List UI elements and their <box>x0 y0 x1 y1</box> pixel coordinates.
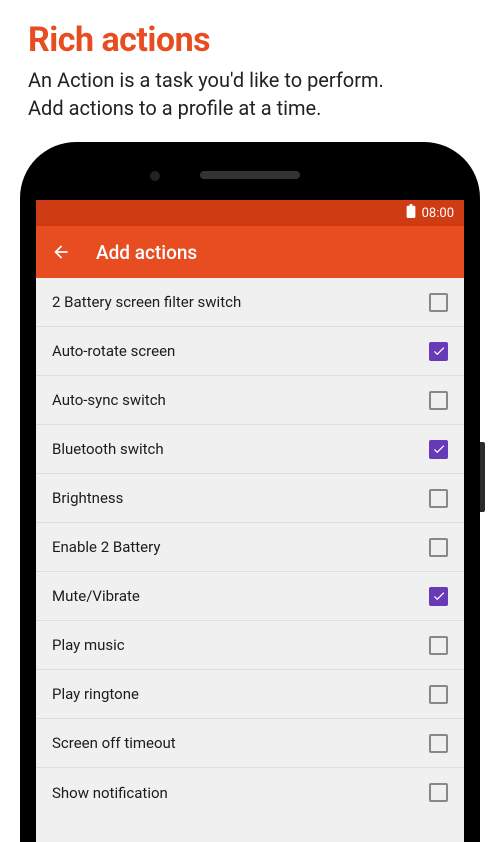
checkbox[interactable] <box>429 342 448 361</box>
page-title: Rich actions <box>28 20 472 60</box>
checkbox[interactable] <box>429 685 448 704</box>
item-label: Play music <box>52 636 125 654</box>
phone-speaker <box>200 171 300 179</box>
item-label: Brightness <box>52 489 123 507</box>
phone-body: 08:00 Add actions 2 Battery screen filte… <box>20 142 480 842</box>
item-label: Bluetooth switch <box>52 440 164 458</box>
list-item[interactable]: Play ringtone <box>36 670 464 719</box>
item-label: Auto-sync switch <box>52 391 166 409</box>
app-bar-title: Add actions <box>96 241 197 264</box>
item-label: 2 Battery screen filter switch <box>52 293 241 311</box>
item-label: Enable 2 Battery <box>52 538 160 556</box>
list-item[interactable]: Mute/Vibrate <box>36 572 464 621</box>
checkbox[interactable] <box>429 587 448 606</box>
status-bar: 08:00 <box>36 200 464 226</box>
list-item[interactable]: Brightness <box>36 474 464 523</box>
checkbox[interactable] <box>429 391 448 410</box>
status-time: 08:00 <box>422 206 454 221</box>
list-item[interactable]: Bluetooth switch <box>36 425 464 474</box>
list-item[interactable]: Auto-sync switch <box>36 376 464 425</box>
page-header: Rich actions An Action is a task you'd l… <box>0 0 500 132</box>
checkbox[interactable] <box>429 636 448 655</box>
list-item[interactable]: Auto-rotate screen <box>36 327 464 376</box>
phone-sensor <box>150 171 160 181</box>
actions-list: 2 Battery screen filter switch Auto-rotat… <box>36 278 464 842</box>
battery-icon <box>406 204 416 222</box>
subtitle-line-2: Add actions to a profile at a time. <box>28 96 321 120</box>
list-item[interactable]: Enable 2 Battery <box>36 523 464 572</box>
screen: 08:00 Add actions 2 Battery screen filte… <box>36 200 464 842</box>
app-bar: Add actions <box>36 226 464 278</box>
list-item[interactable]: Screen off timeout <box>36 719 464 768</box>
item-label: Show notification <box>52 784 168 802</box>
list-item[interactable]: 2 Battery screen filter switch <box>36 278 464 327</box>
list-item[interactable]: Play music <box>36 621 464 670</box>
checkbox[interactable] <box>429 734 448 753</box>
list-item[interactable]: Show notification <box>36 768 464 817</box>
back-arrow-icon[interactable] <box>50 241 72 263</box>
phone-mockup: 08:00 Add actions 2 Battery screen filte… <box>20 142 480 842</box>
phone-power-button <box>480 442 485 512</box>
checkbox[interactable] <box>429 783 448 802</box>
item-label: Play ringtone <box>52 685 139 703</box>
item-label: Screen off timeout <box>52 734 176 752</box>
checkbox[interactable] <box>429 489 448 508</box>
subtitle-line-1: An Action is a task you'd like to perfor… <box>28 68 384 92</box>
item-label: Mute/Vibrate <box>52 587 140 605</box>
page-subtitle: An Action is a task you'd like to perfor… <box>28 66 472 122</box>
item-label: Auto-rotate screen <box>52 342 175 360</box>
checkbox[interactable] <box>429 538 448 557</box>
checkbox[interactable] <box>429 293 448 312</box>
checkbox[interactable] <box>429 440 448 459</box>
